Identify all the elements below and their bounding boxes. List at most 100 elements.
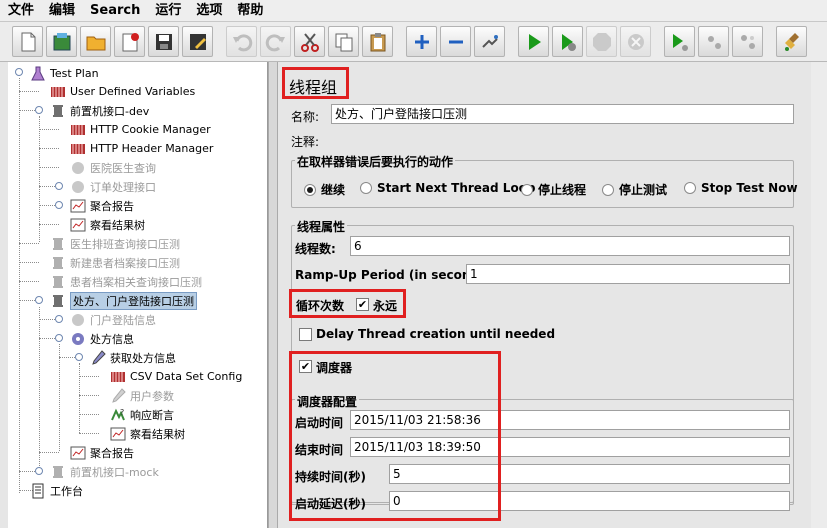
split-pane-divider[interactable]: [268, 62, 278, 528]
tree-label: 聚合报告: [90, 199, 134, 213]
remote-exit-button[interactable]: [732, 26, 763, 57]
radio-stop-test-now[interactable]: Stop Test Now: [684, 181, 798, 195]
expand-handle-get-rx-info[interactable]: [75, 353, 83, 361]
rampup-input[interactable]: 1: [466, 264, 790, 284]
tree-node-rx-login[interactable]: 处方、门户登陆接口压测: [50, 291, 197, 310]
test-plan-tree[interactable]: Test Plan User Defined Variables 前置机接口-d…: [8, 62, 268, 528]
menu-run[interactable]: 运行: [147, 0, 188, 22]
threads-input[interactable]: 6: [350, 236, 790, 256]
tree-label: 工作台: [50, 484, 83, 498]
highlight-loop: [289, 289, 406, 318]
start-button[interactable]: [518, 26, 549, 57]
expand-handle-order-process[interactable]: [55, 201, 63, 209]
tree-node-user-defined-variables[interactable]: User Defined Variables: [50, 82, 195, 101]
flask-icon: [30, 66, 46, 82]
listener-icon: [70, 198, 86, 214]
start-no-pauses-button[interactable]: [552, 26, 583, 57]
shutdown-icon: [627, 33, 644, 50]
tree-node-prefix-dev[interactable]: 前置机接口-dev: [50, 101, 149, 120]
expand-handle-rx-info[interactable]: [55, 334, 63, 342]
play-no-pause-icon: [561, 33, 576, 51]
expand-handle-rx-login[interactable]: [35, 296, 43, 304]
tree-label: 用户参数: [130, 389, 174, 403]
tree-node-rx-info[interactable]: 处方信息: [70, 329, 134, 348]
comment-input[interactable]: [331, 130, 794, 150]
radio-stop-thread[interactable]: 停止线程: [521, 181, 586, 198]
tree-node-response-assert[interactable]: ? 响应断言: [110, 405, 174, 424]
tree-node-cookie-manager[interactable]: HTTP Cookie Manager: [70, 120, 211, 139]
delay-thread-checkbox[interactable]: [299, 328, 312, 341]
remote-start-button[interactable]: [664, 26, 695, 57]
scissors-icon: [300, 32, 319, 52]
stop-button[interactable]: [586, 26, 617, 57]
controller-icon: [70, 160, 86, 176]
toggle-button[interactable]: [474, 26, 505, 57]
tree-label: 前置机接口-dev: [70, 104, 150, 118]
tree-node-patient-record[interactable]: 患者档案相关查询接口压测: [50, 272, 202, 291]
tree-node-portal-login-info[interactable]: 门户登陆信息: [70, 310, 156, 329]
radio-indicator: [684, 182, 696, 194]
menu-search[interactable]: Search: [82, 0, 147, 22]
threads-label: 线程数:: [295, 242, 336, 256]
menu-help[interactable]: 帮助: [229, 0, 270, 22]
undo-button[interactable]: [226, 26, 257, 57]
paste-button[interactable]: [362, 26, 393, 57]
radio-start-next-loop[interactable]: Start Next Thread Loop: [360, 181, 536, 195]
remote-stop-button[interactable]: [698, 26, 729, 57]
tree-node-view-results-tree-2[interactable]: 察看结果树: [110, 424, 185, 443]
tree-node-test-plan[interactable]: Test Plan: [30, 64, 99, 83]
listener-icon: [110, 426, 126, 442]
radio-label: 继续: [321, 183, 346, 197]
expand-handle-portal-login[interactable]: [55, 315, 63, 323]
save-button[interactable]: [148, 26, 179, 57]
config-element-icon: [110, 369, 126, 385]
open-button[interactable]: [80, 26, 111, 57]
tree-node-prefix-mock[interactable]: 前置机接口-mock: [50, 462, 159, 481]
workbench-icon: [30, 483, 46, 499]
menu-options[interactable]: 选项: [188, 0, 229, 22]
new-file-icon: [21, 32, 35, 51]
radio-indicator: [360, 182, 372, 194]
radio-continue[interactable]: 继续: [304, 181, 345, 198]
tree-label: User Defined Variables: [70, 85, 196, 98]
tree-node-new-patient[interactable]: 新建患者档案接口压测: [50, 253, 180, 272]
tree-node-aggregate-report-2[interactable]: 聚合报告: [70, 443, 134, 462]
tree-node-get-rx-info[interactable]: 获取处方信息: [90, 348, 176, 367]
expand-handle-prefix-dev[interactable]: [35, 106, 43, 114]
name-input[interactable]: 处方、门户登陆接口压测: [331, 104, 794, 124]
tree-node-view-results-tree[interactable]: 察看结果树: [70, 215, 145, 234]
controller-icon: [70, 312, 86, 328]
expand-handle-prefix-mock[interactable]: [35, 467, 43, 475]
new-button[interactable]: [12, 26, 43, 57]
copy-button[interactable]: [328, 26, 359, 57]
tree-node-user-params[interactable]: 用户参数: [110, 386, 174, 405]
expand-all-button[interactable]: [406, 26, 437, 57]
thread-group-icon: [50, 274, 66, 290]
name-label: 名称:: [291, 110, 320, 124]
cut-button[interactable]: [294, 26, 325, 57]
tree-node-hospital-query[interactable]: 医院医生查询: [70, 158, 156, 177]
close-button[interactable]: [114, 26, 145, 57]
tree-node-workbench[interactable]: 工作台: [30, 481, 83, 500]
collapse-all-button[interactable]: [440, 26, 471, 57]
tree-node-aggregate-report[interactable]: 聚合报告: [70, 196, 134, 215]
comment-label: 注释:: [291, 135, 320, 149]
templates-button[interactable]: [46, 26, 77, 57]
expand-handle-hospital-query[interactable]: [55, 182, 63, 190]
highlight-title: [282, 67, 349, 99]
highlight-scheduler: [289, 351, 501, 521]
redo-button[interactable]: [260, 26, 291, 57]
radio-stop-test[interactable]: 停止测试: [602, 181, 667, 198]
save-as-button[interactable]: [182, 26, 213, 57]
tree-node-doctor-shift[interactable]: 医生排班查询接口压测: [50, 234, 180, 253]
menu-file[interactable]: 文件: [0, 0, 41, 22]
menu-edit[interactable]: 编辑: [41, 0, 82, 22]
tree-node-csv-config[interactable]: CSV Data Set Config: [110, 367, 242, 386]
shutdown-button[interactable]: [620, 26, 651, 57]
vertical-scrollbar[interactable]: [811, 62, 827, 528]
tree-node-header-manager[interactable]: HTTP Header Manager: [70, 139, 213, 158]
expand-handle-test-plan[interactable]: [15, 68, 23, 76]
tree-node-order-process[interactable]: 订单处理接口: [70, 177, 156, 196]
tree-label-selected: 处方、门户登陆接口压测: [70, 291, 197, 310]
clear-all-button[interactable]: [776, 26, 807, 57]
